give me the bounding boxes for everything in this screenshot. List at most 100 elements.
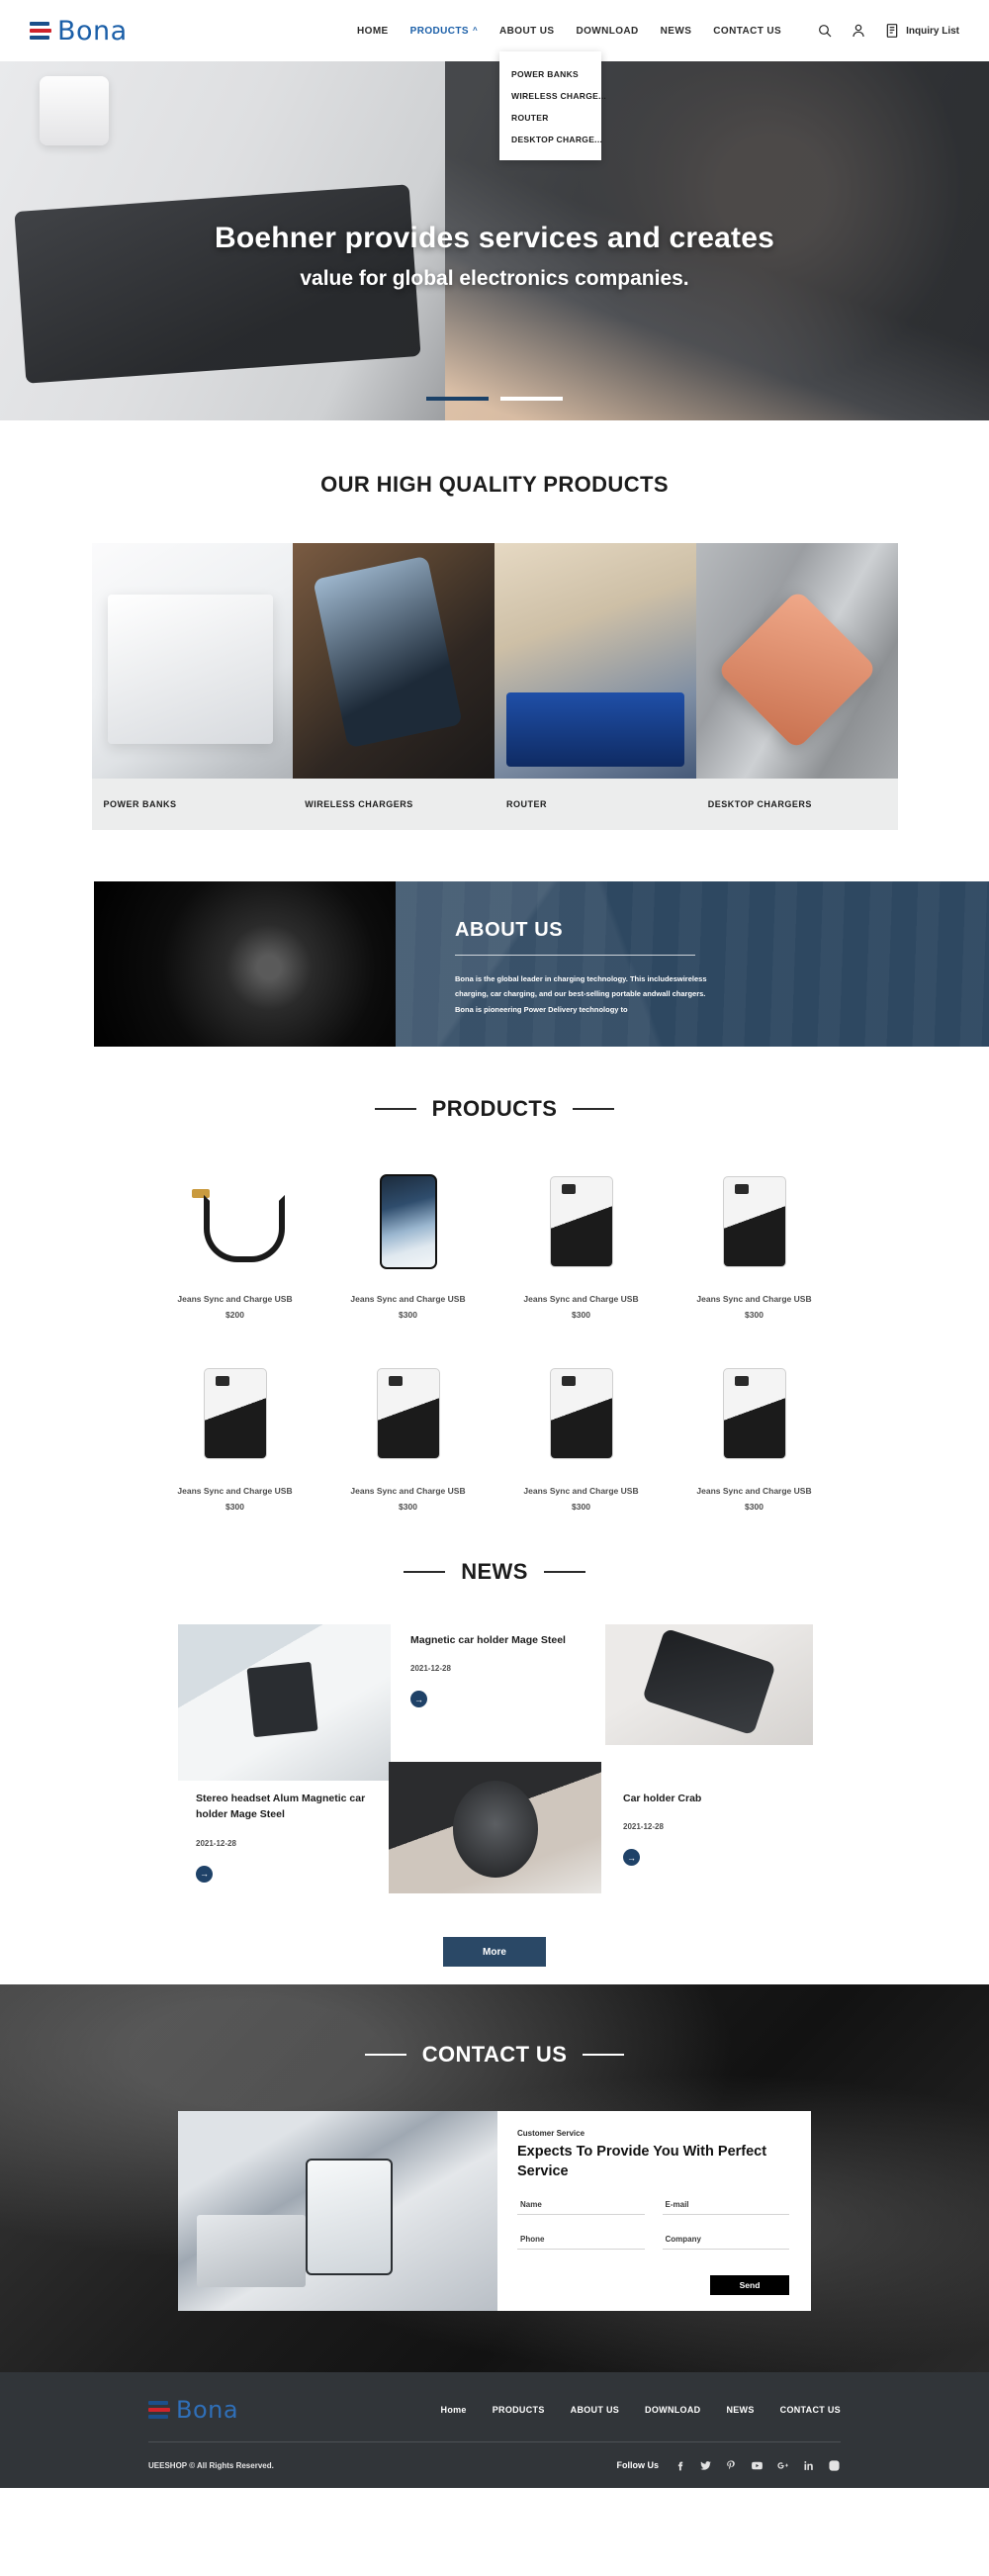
product-card[interactable]: Jeans Sync and Charge USB $300 bbox=[668, 1163, 841, 1320]
news-card[interactable]: Magnetic car holder Mage Steel 2021-12-2… bbox=[410, 1632, 593, 1708]
nav-item-news[interactable]: NEWS bbox=[661, 26, 692, 37]
category-card-router[interactable]: ROUTER bbox=[494, 543, 696, 830]
categories-title: OUR HIGH QUALITY PRODUCTS bbox=[320, 472, 669, 497]
news-image[interactable] bbox=[605, 1624, 813, 1745]
product-card[interactable]: Jeans Sync and Charge USB $300 bbox=[321, 1355, 494, 1512]
news-title-wrap: NEWS bbox=[0, 1559, 989, 1585]
footer-nav-download[interactable]: DOWNLOAD bbox=[645, 2405, 700, 2415]
category-label: ROUTER bbox=[494, 779, 696, 830]
footer-nav-products[interactable]: PRODUCTS bbox=[493, 2405, 545, 2415]
news-image[interactable] bbox=[178, 1624, 391, 1781]
nav-label: HOME bbox=[357, 25, 389, 37]
nav-item-about-us[interactable]: ABOUT US bbox=[499, 26, 554, 37]
nav-item-download[interactable]: DOWNLOAD bbox=[576, 26, 638, 37]
about-body-line-2: charging, car charging, and our best-sel… bbox=[455, 989, 706, 999]
product-price: $300 bbox=[399, 1310, 417, 1320]
news-title-text: Car holder Crab bbox=[623, 1793, 702, 1804]
logo-bars-icon bbox=[30, 18, 51, 44]
footer-nav-news[interactable]: NEWS bbox=[726, 2405, 754, 2415]
product-price: $300 bbox=[572, 1502, 590, 1512]
inquiry-list-button[interactable]: Inquiry List bbox=[884, 23, 959, 39]
category-card-wireless-chargers[interactable]: WIRELESS CHARGERS bbox=[293, 543, 494, 830]
dropdown-item-wireless-chargers[interactable]: WIRELESS CHARGE... bbox=[499, 85, 606, 107]
about-image bbox=[94, 881, 396, 1047]
nav-item-products[interactable]: PRODUCTS ^ bbox=[410, 26, 478, 37]
search-icon[interactable] bbox=[817, 23, 833, 39]
contact-image bbox=[178, 2111, 497, 2311]
company-input[interactable] bbox=[662, 2232, 789, 2251]
google-plus-icon[interactable] bbox=[776, 2459, 789, 2472]
nav-label: NEWS bbox=[660, 25, 692, 37]
nav-label: DOWNLOAD bbox=[576, 25, 639, 37]
category-card-power-banks[interactable]: POWER BANKS bbox=[91, 543, 294, 830]
logo-text: Bona bbox=[57, 15, 128, 46]
news-arrow-icon[interactable]: → bbox=[410, 1691, 427, 1708]
product-price: $300 bbox=[399, 1502, 417, 1512]
product-card[interactable]: Jeans Sync and Charge USB $300 bbox=[321, 1163, 494, 1320]
send-button[interactable]: Send bbox=[710, 2275, 789, 2296]
email-input[interactable] bbox=[662, 2197, 789, 2216]
contact-headline: Expects To Provide You With Perfect Serv… bbox=[517, 2144, 767, 2179]
news-image[interactable] bbox=[389, 1762, 601, 1893]
nav-item-contact-us[interactable]: CONTACT US bbox=[713, 26, 781, 37]
product-card[interactable]: Jeans Sync and Charge USB $300 bbox=[494, 1163, 668, 1320]
product-card[interactable]: Jeans Sync and Charge USB $200 bbox=[148, 1163, 321, 1320]
product-name: Jeans Sync and Charge USB bbox=[177, 1294, 293, 1304]
phone-input[interactable] bbox=[517, 2232, 645, 2251]
news-arrow-icon[interactable]: → bbox=[196, 1865, 213, 1883]
name-input[interactable] bbox=[517, 2197, 645, 2216]
product-card[interactable]: Jeans Sync and Charge USB $300 bbox=[494, 1355, 668, 1512]
footer-logo[interactable]: Bona bbox=[148, 2396, 238, 2424]
hero-slide-indicator-1[interactable] bbox=[426, 397, 489, 401]
instagram-icon[interactable] bbox=[828, 2459, 841, 2472]
category-card-desktop-chargers[interactable]: DESKTOP CHARGERS bbox=[695, 543, 898, 830]
contact-section: CONTACT US Customer Service Expects To P… bbox=[0, 1984, 989, 2372]
nav-item-home[interactable]: HOME bbox=[357, 26, 389, 37]
pinterest-icon[interactable] bbox=[725, 2459, 738, 2472]
youtube-icon[interactable] bbox=[751, 2459, 764, 2472]
about-body-line-3: Bona is pioneering Power Delivery techno… bbox=[455, 1004, 628, 1014]
footer-nav-home[interactable]: Home bbox=[441, 2405, 467, 2415]
footer-nav-about-us[interactable]: ABOUT US bbox=[571, 2405, 619, 2415]
hero-slide-indicator-2[interactable] bbox=[500, 397, 563, 401]
news-arrow-icon[interactable]: → bbox=[623, 1849, 640, 1867]
dropdown-item-desktop-chargers[interactable]: DESKTOP CHARGE... bbox=[499, 129, 602, 150]
contact-title: CONTACT US bbox=[421, 2042, 568, 2067]
news-card[interactable]: Stereo headset Alum Magnetic car holder … bbox=[196, 1791, 384, 1883]
facebook-icon[interactable] bbox=[674, 2459, 686, 2472]
footer-nav-contact-us[interactable]: CONTACT US bbox=[780, 2405, 841, 2415]
footer-nav: Home PRODUCTS ABOUT US DOWNLOAD NEWS CON… bbox=[441, 2405, 841, 2415]
news-card[interactable]: Car holder Crab 2021-12-28 → bbox=[623, 1791, 806, 1867]
twitter-icon[interactable] bbox=[699, 2459, 712, 2472]
main-nav: HOME PRODUCTS ^ ABOUT US DOWNLOAD NEWS C… bbox=[357, 23, 959, 39]
news-more-button[interactable]: More bbox=[443, 1937, 546, 1967]
contact-title-wrap: CONTACT US bbox=[0, 2042, 989, 2068]
product-price: $300 bbox=[745, 1502, 764, 1512]
site-header: Bona HOME PRODUCTS ^ ABOUT US DOWNLOAD N… bbox=[0, 0, 989, 160]
nav-label: CONTACT US bbox=[713, 25, 782, 37]
dropdown-item-router[interactable]: ROUTER bbox=[499, 107, 601, 129]
products-dropdown-menu: POWER BANKS WIRELESS CHARGE... ROUTER DE… bbox=[499, 51, 606, 160]
site-logo[interactable]: Bona bbox=[30, 16, 128, 46]
product-image bbox=[321, 1355, 494, 1472]
product-price: $200 bbox=[225, 1310, 244, 1320]
header-icons: Inquiry List bbox=[817, 23, 959, 39]
about-panel: ABOUT US Bona is the global leader in ch… bbox=[396, 881, 989, 1047]
contact-form: Customer Service Expects To Provide You … bbox=[497, 2111, 811, 2311]
hero-slider-pagination bbox=[0, 397, 989, 401]
user-icon[interactable] bbox=[851, 23, 866, 39]
hero-decor-object bbox=[40, 75, 109, 145]
product-name: Jeans Sync and Charge USB bbox=[523, 1486, 639, 1496]
category-label: POWER BANKS bbox=[91, 779, 294, 830]
title-rule-right bbox=[583, 2054, 625, 2056]
linkedin-icon[interactable] bbox=[802, 2459, 815, 2472]
dropdown-item-power-banks[interactable]: POWER BANKS bbox=[499, 63, 601, 85]
product-name: Jeans Sync and Charge USB bbox=[350, 1486, 466, 1496]
product-card[interactable]: Jeans Sync and Charge USB $300 bbox=[148, 1355, 321, 1512]
company-field-wrap bbox=[662, 2229, 789, 2251]
product-card[interactable]: Jeans Sync and Charge USB $300 bbox=[668, 1355, 841, 1512]
category-label: DESKTOP CHARGERS bbox=[695, 779, 898, 830]
hero-banner: Boehner provides services and creates va… bbox=[0, 61, 989, 420]
hero-subheadline: value for global electronics companies. bbox=[300, 267, 689, 290]
contact-card: Customer Service Expects To Provide You … bbox=[178, 2111, 811, 2311]
